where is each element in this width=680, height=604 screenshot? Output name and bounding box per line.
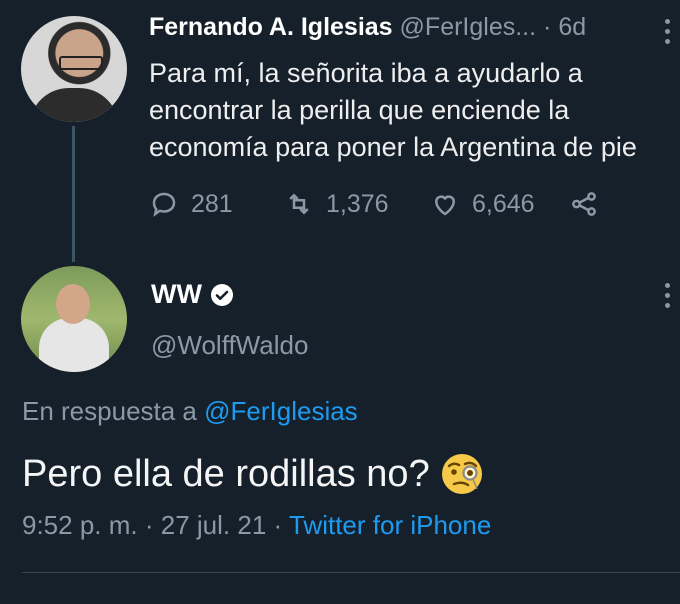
parent-tweet-time[interactable]: 6d <box>558 13 586 41</box>
reply-tweet-text-row: Pero ella de rodillas no? <box>22 452 484 496</box>
thread-connector-line <box>72 126 75 262</box>
avatar-glasses <box>59 56 103 70</box>
header-separator: · <box>543 13 552 41</box>
parent-tweet-header: Fernando A. Iglesias @FerIgles... · 6d <box>149 13 586 42</box>
avatar-shirt <box>39 318 109 372</box>
more-options-icon[interactable] <box>665 283 671 313</box>
reply-icon <box>152 192 176 217</box>
avatar-coat <box>29 88 119 122</box>
parent-author-handle[interactable]: @FerIgles... <box>400 13 537 41</box>
reply-context: En respuesta a @FerIglesias <box>22 396 358 427</box>
reply-tweet-meta: 9:52 p. m. · 27 jul. 21 · Twitter for iP… <box>22 510 491 541</box>
like-button[interactable]: 6,646 <box>430 186 535 222</box>
divider <box>22 572 680 573</box>
parent-author-avatar[interactable] <box>21 16 127 122</box>
reply-mention-link[interactable]: @FerIglesias <box>204 396 358 426</box>
reply-tweet-source-link[interactable]: Twitter for iPhone <box>289 510 491 540</box>
more-options-icon[interactable] <box>665 19 671 49</box>
reply-prefix: En respuesta a <box>22 396 197 426</box>
meta-separator: · <box>144 510 154 540</box>
reply-tweet-text: Pero ella de rodillas no? <box>22 452 430 495</box>
retweet-count: 1,376 <box>326 189 389 218</box>
reply-author-name-row: WW <box>151 279 234 310</box>
reply-author-handle[interactable]: @WolffWaldo <box>151 330 308 361</box>
reply-author-name[interactable]: WW <box>151 279 202 310</box>
heart-icon <box>434 195 456 216</box>
avatar-face <box>56 284 90 324</box>
share-icon <box>572 192 596 216</box>
retweet-button[interactable]: 1,376 <box>284 186 389 222</box>
reply-tweet-time[interactable]: 9:52 p. m. <box>22 510 138 540</box>
reply-button[interactable]: 281 <box>149 186 233 222</box>
meta-separator: · <box>273 510 283 540</box>
reply-count: 281 <box>191 189 233 218</box>
parent-author-name[interactable]: Fernando A. Iglesias <box>149 13 393 41</box>
face-with-monocle-emoji-icon <box>441 454 482 494</box>
retweet-icon <box>289 193 309 215</box>
reply-author-avatar[interactable] <box>21 266 127 372</box>
verified-badge-icon <box>210 283 233 306</box>
like-count: 6,646 <box>472 189 535 218</box>
reply-tweet-date[interactable]: 27 jul. 21 <box>161 510 267 540</box>
parent-tweet-text: Para mí, la señorita iba a ayudarlo a en… <box>149 58 637 162</box>
share-button[interactable] <box>569 186 599 222</box>
